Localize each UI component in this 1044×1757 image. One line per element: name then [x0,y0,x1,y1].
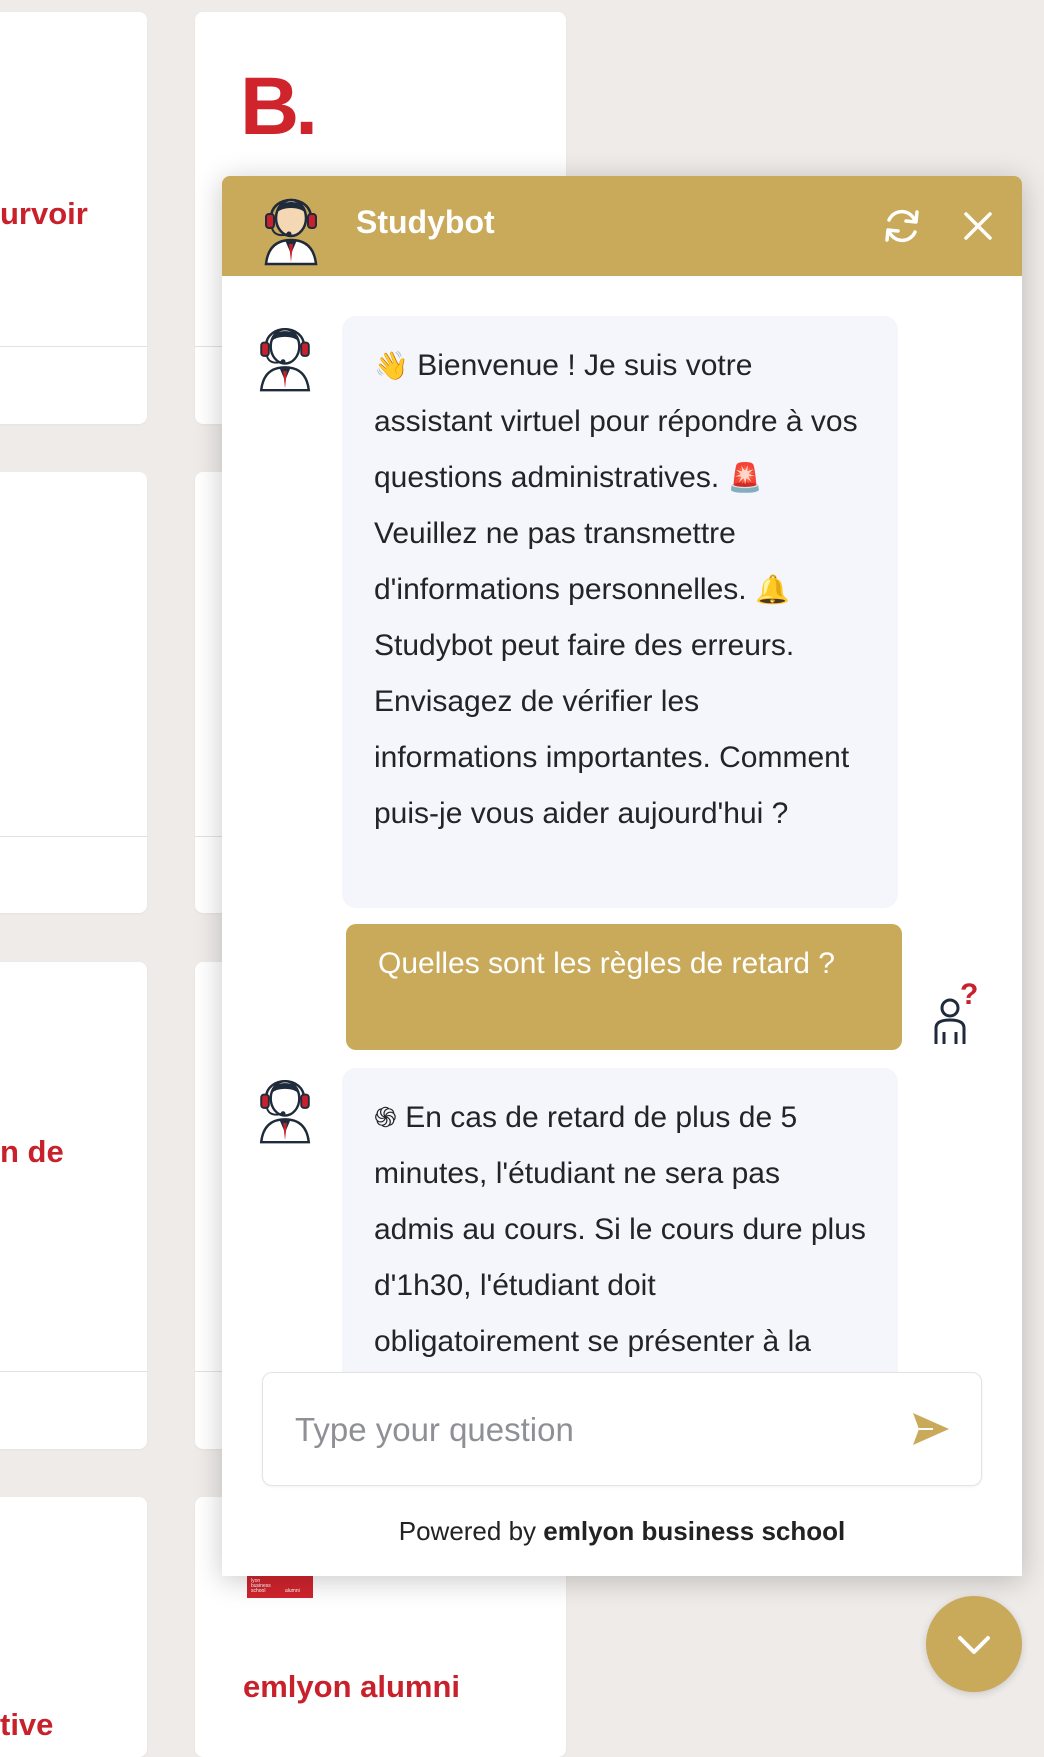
alumni-card-title[interactable]: emlyon alumni [243,1669,460,1705]
user-question-icon: ? [934,980,978,1044]
card-title: tive [0,1707,54,1742]
bot-avatar-icon [259,328,311,392]
bot-message-bubble: 👋 Bienvenue ! Je suis votre assistant vi… [342,316,898,908]
card-title: urvoir [0,196,88,231]
background-card-1[interactable]: urvoir [0,12,147,424]
background-card-2[interactable] [0,472,147,913]
powered-brand[interactable]: emlyon business school [543,1516,845,1546]
send-icon[interactable] [911,1409,951,1449]
bot-message-text: Veuillez ne pas transmettre d'informatio… [374,517,755,606]
bot-message-text: Bienvenue ! Je suis votre assistant virt… [374,349,858,494]
chat-header: Studybot [222,176,1022,276]
bell-emoji-icon: 🔔 [754,573,790,606]
svg-text:?: ? [960,980,978,1011]
chevron-down-icon [958,1636,990,1654]
powered-prefix: Powered by [398,1516,544,1546]
background-card-3[interactable]: n de [0,962,147,1449]
background-card-4[interactable]: tive [0,1497,147,1757]
siren-emoji-icon: 🚨 [727,461,763,494]
logo-text: alumni [285,1588,300,1594]
bot-message-text: Studybot peut faire des erreurs. Envisag… [374,629,850,830]
card-title: n de [0,1134,64,1169]
question-input-box[interactable] [262,1372,982,1486]
question-input[interactable] [293,1399,857,1461]
bot-avatar-icon [259,1080,311,1144]
wave-emoji-icon: 👋 [374,349,409,382]
message-list[interactable]: 👋 Bienvenue ! Je suis votre assistant vi… [222,276,1022,1531]
card-divider [0,346,147,347]
chat-title: Studybot [356,204,495,240]
chat-widget: Studybot 👋 Bienvenue ! Je suis votre ass… [222,176,1022,1576]
brand-logo: B. [240,61,318,152]
user-message-bubble: Quelles sont les règles de retard ? [346,924,902,1050]
bot-message-text: En cas de retard de plus de 5 minutes, l… [374,1101,866,1358]
logo-text: school [251,1588,266,1594]
close-icon[interactable] [956,204,1000,248]
openai-logo-icon: ֍ [374,1101,397,1134]
refresh-icon[interactable] [880,204,924,248]
user-message-text: Quelles sont les règles de retard ? [378,947,835,980]
alumni-logo: lyon business school alumni [247,1576,313,1598]
chat-toggle-button[interactable] [926,1596,1022,1692]
card-divider [0,836,147,837]
bot-avatar-icon [264,198,318,266]
card-divider [0,1371,147,1372]
powered-by: Powered by emlyon business school [222,1516,1022,1547]
